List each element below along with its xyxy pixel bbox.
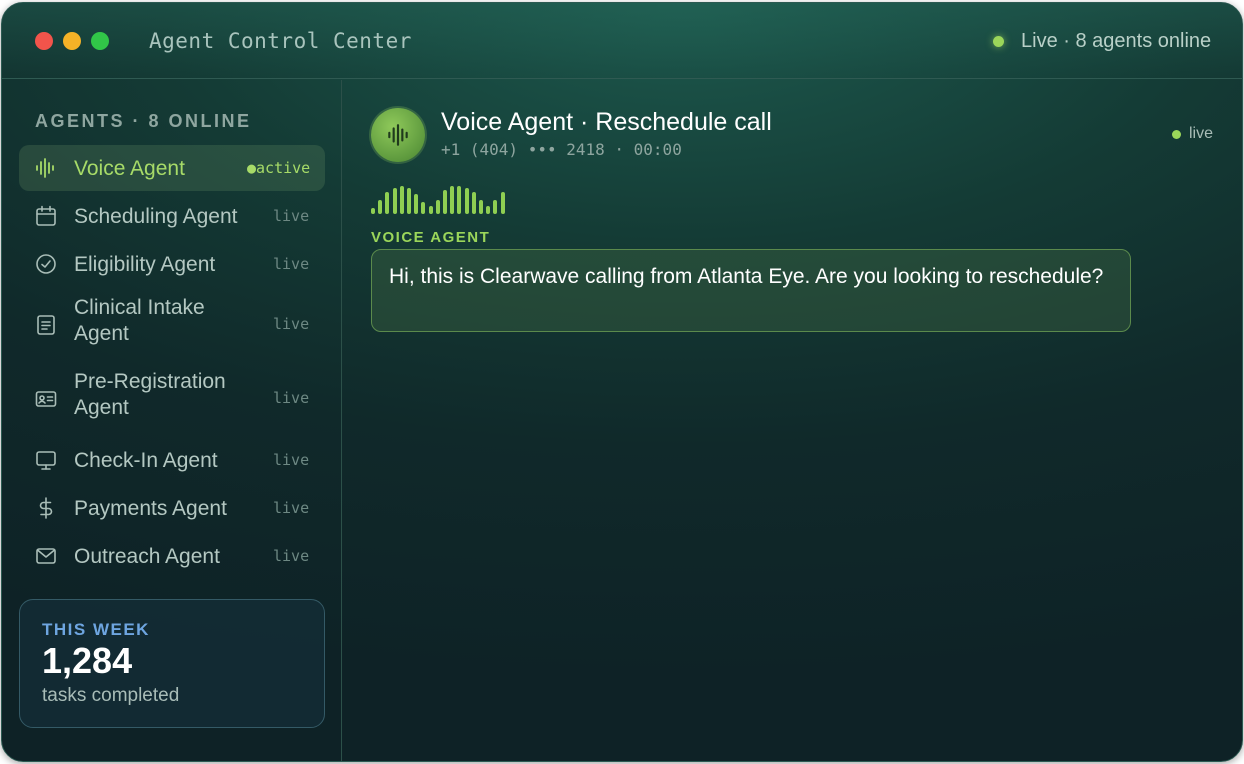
waveform-bar xyxy=(457,186,462,214)
audio-waveform xyxy=(371,182,521,214)
monitor-icon xyxy=(35,449,57,471)
waveform-bar xyxy=(435,200,440,214)
call-subtitle: +1 (404) ••• 2418 · 00:00 xyxy=(441,140,682,159)
app-title: Agent Control Center xyxy=(149,29,412,53)
sidebar-item-outreach-agent[interactable]: Outreach Agent live xyxy=(19,533,325,579)
sidebar-item-label: Check-In Agent xyxy=(74,449,218,472)
agent-status-badge: live xyxy=(273,547,310,565)
sidebar-item-label: Outreach Agent xyxy=(74,545,220,568)
app-window: Agent Control Center Live · 8 agents onl… xyxy=(1,2,1243,762)
agents-sidebar: AGENTS · 8 ONLINE Voice Agent ●active Sc… xyxy=(2,80,342,761)
waveform-bar xyxy=(399,186,404,214)
waveform-bar xyxy=(479,200,483,214)
title-bar: Agent Control Center Live · 8 agents onl… xyxy=(2,3,1242,79)
sidebar-heading: AGENTS · 8 ONLINE xyxy=(35,111,252,131)
waveform-bar xyxy=(493,200,498,214)
waveform-bar xyxy=(464,188,469,214)
waveform-bar xyxy=(414,194,419,214)
sidebar-item-check-in-agent[interactable]: Check-In Agent live xyxy=(19,437,325,483)
agent-message-bubble: Hi, this is Clearwave calling from Atlan… xyxy=(371,249,1131,332)
check-circle-icon xyxy=(35,253,57,275)
agent-status-badge: live xyxy=(273,207,310,225)
mail-icon xyxy=(35,545,57,567)
id-card-icon xyxy=(35,388,57,410)
call-panel: Voice Agent · Reschedule call +1 (404) •… xyxy=(343,80,1242,761)
sidebar-item-payments-agent[interactable]: Payments Agent live xyxy=(19,485,325,531)
calendar-icon xyxy=(35,205,57,227)
waveform-bar xyxy=(407,188,411,214)
waveform-bar xyxy=(450,186,455,214)
online-status-dot xyxy=(993,36,1004,47)
agent-status-badge: live xyxy=(273,499,310,517)
waveform-bar xyxy=(428,206,433,214)
sidebar-item-label: Pre-Registration Agent xyxy=(74,370,226,419)
speaker-label: VOICE AGENT xyxy=(371,229,491,246)
week-stats-label: THIS WEEK xyxy=(42,620,150,639)
agent-status-badge: live xyxy=(273,315,310,333)
call-title: Voice Agent · Reschedule call xyxy=(441,108,772,136)
waveform-icon xyxy=(388,124,408,146)
sidebar-item-scheduling-agent[interactable]: Scheduling Agent live xyxy=(19,193,325,239)
sidebar-item-pre-registration-agent[interactable]: Pre-Registration Agent live xyxy=(19,363,325,427)
sidebar-item-voice-agent[interactable]: Voice Agent ●active xyxy=(19,145,325,191)
waveform-icon xyxy=(35,157,57,179)
week-stats-subtitle: tasks completed xyxy=(42,685,180,706)
waveform-bar xyxy=(471,192,476,214)
online-status-text: Live · 8 agents online xyxy=(1021,30,1212,52)
waveform-bar xyxy=(443,190,447,214)
call-live-status: live xyxy=(1189,125,1214,142)
waveform-bar xyxy=(486,206,491,214)
waveform-bar xyxy=(392,188,397,214)
sidebar-item-label: Clinical Intake Agent xyxy=(74,296,205,345)
waveform-bar xyxy=(385,192,390,214)
call-live-dot xyxy=(1172,130,1181,139)
agent-status-badge: ●active xyxy=(247,159,311,177)
waveform-bar xyxy=(421,202,426,214)
waveform-bar xyxy=(500,192,505,214)
zoom-window-button[interactable] xyxy=(91,32,109,50)
waveform-bar xyxy=(378,200,383,214)
document-icon xyxy=(35,314,57,336)
agent-status-badge: live xyxy=(273,255,310,273)
sidebar-item-clinical-intake-agent[interactable]: Clinical Intake Agent live xyxy=(19,289,325,353)
agent-status-badge: live xyxy=(273,451,310,469)
sidebar-item-eligibility-agent[interactable]: Eligibility Agent live xyxy=(19,241,325,287)
sidebar-item-label: Scheduling Agent xyxy=(74,205,238,228)
close-window-button[interactable] xyxy=(35,32,53,50)
sidebar-item-label: Voice Agent xyxy=(74,157,185,180)
week-stats-value: 1,284 xyxy=(42,640,133,681)
agent-status-badge: live xyxy=(273,389,310,407)
sidebar-item-label: Eligibility Agent xyxy=(74,253,216,276)
weekly-stats-card: THIS WEEK 1,284 tasks completed xyxy=(19,599,325,728)
sidebar-item-label: Payments Agent xyxy=(74,497,227,520)
waveform-bar xyxy=(371,208,375,214)
minimize-window-button[interactable] xyxy=(63,32,81,50)
voice-agent-avatar xyxy=(371,108,425,162)
dollar-icon xyxy=(35,497,57,519)
